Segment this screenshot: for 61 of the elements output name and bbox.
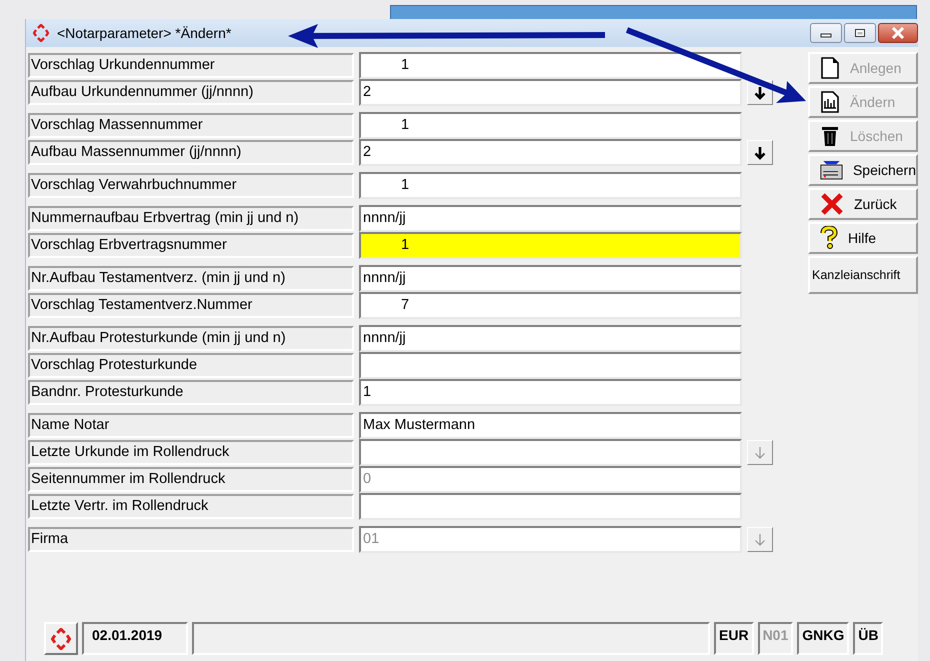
down-arrow-icon: [754, 146, 766, 160]
field-label: Seitennummer im Rollendruck: [28, 467, 354, 492]
toolbar-button[interactable]: Kanzleianschrift: [808, 256, 918, 294]
maximize-button[interactable]: [844, 23, 876, 43]
input-field[interactable]: nnnn/jj: [359, 325, 742, 352]
input-field[interactable]: 1: [359, 112, 742, 139]
trash-icon: [820, 125, 840, 147]
logo-icon: [33, 24, 49, 42]
input-field[interactable]: 1: [359, 232, 742, 259]
status-cell: ÜB: [853, 622, 884, 655]
input-field[interactable]: 7: [359, 292, 742, 319]
field-label: Bandnr. Protesturkunde: [28, 380, 354, 405]
field-label: Vorschlag Verwahrbuchnummer: [28, 173, 354, 198]
status-cell: GNKG: [797, 622, 850, 655]
field-label: Nr.Aufbau Protesturkunde (min jj und n): [28, 326, 354, 351]
input-field[interactable]: nnnn/jj: [359, 265, 742, 292]
input-field[interactable]: 1: [359, 172, 742, 199]
input-field[interactable]: Max Mustermann: [359, 412, 742, 439]
window-title: <Notarparameter> *Ändern*: [57, 25, 232, 41]
field-label: Vorschlag Protesturkunde: [28, 353, 354, 378]
status-cell: EUR: [714, 622, 754, 655]
close-icon: [891, 27, 905, 39]
input-field[interactable]: 1: [359, 52, 742, 79]
down-arrow-icon: [754, 446, 766, 460]
status-date: 02.01.2019: [82, 622, 188, 655]
chart-document-icon: [820, 91, 840, 113]
field-label: Vorschlag Massennummer: [28, 113, 354, 138]
dropdown-button[interactable]: [747, 140, 773, 165]
logo-icon: [51, 628, 71, 650]
field-label: Nr.Aufbau Testamentverz. (min jj und n): [28, 266, 354, 291]
toolbar-button[interactable]: Hilfe: [808, 222, 918, 254]
toolbar-button[interactable]: Speichern: [808, 154, 918, 186]
field-label: Vorschlag Urkundennummer: [28, 53, 354, 78]
field-label: Name Notar: [28, 413, 354, 438]
input-field[interactable]: [359, 352, 742, 379]
toolbar-button[interactable]: Zurück: [808, 188, 918, 220]
field-label: Nummernaufbau Erbvertrag (min jj und n): [28, 206, 354, 231]
minimize-button[interactable]: [810, 23, 842, 43]
field-label: Aufbau Urkundennummer (jj/nnnn): [28, 80, 354, 105]
input-field[interactable]: 1: [359, 379, 742, 406]
maximize-icon: [854, 28, 866, 38]
logo-button[interactable]: [44, 622, 78, 655]
input-field[interactable]: nnnn/jj: [359, 205, 742, 232]
field-label: Letzte Urkunde im Rollendruck: [28, 440, 354, 465]
status-cell: N01: [758, 622, 794, 655]
input-field[interactable]: 2: [359, 79, 742, 106]
field-label: Vorschlag Erbvertragsnummer: [28, 233, 354, 258]
input-field[interactable]: 2: [359, 139, 742, 166]
document-icon: [820, 57, 840, 79]
cross-icon: [820, 193, 844, 215]
save-icon: [820, 158, 843, 182]
input-field[interactable]: [359, 493, 742, 520]
input-field[interactable]: [359, 439, 742, 466]
close-button[interactable]: [878, 23, 918, 43]
field-label: Firma: [28, 527, 354, 552]
down-arrow-icon: [754, 532, 766, 546]
help-icon: [820, 226, 838, 250]
down-arrow-icon: [754, 86, 766, 100]
field-label: Vorschlag Testamentverz.Nummer: [28, 293, 354, 318]
field-label: Letzte Vertr. im Rollendruck: [28, 494, 354, 519]
field-label: Aufbau Massennummer (jj/nnnn): [28, 140, 354, 165]
